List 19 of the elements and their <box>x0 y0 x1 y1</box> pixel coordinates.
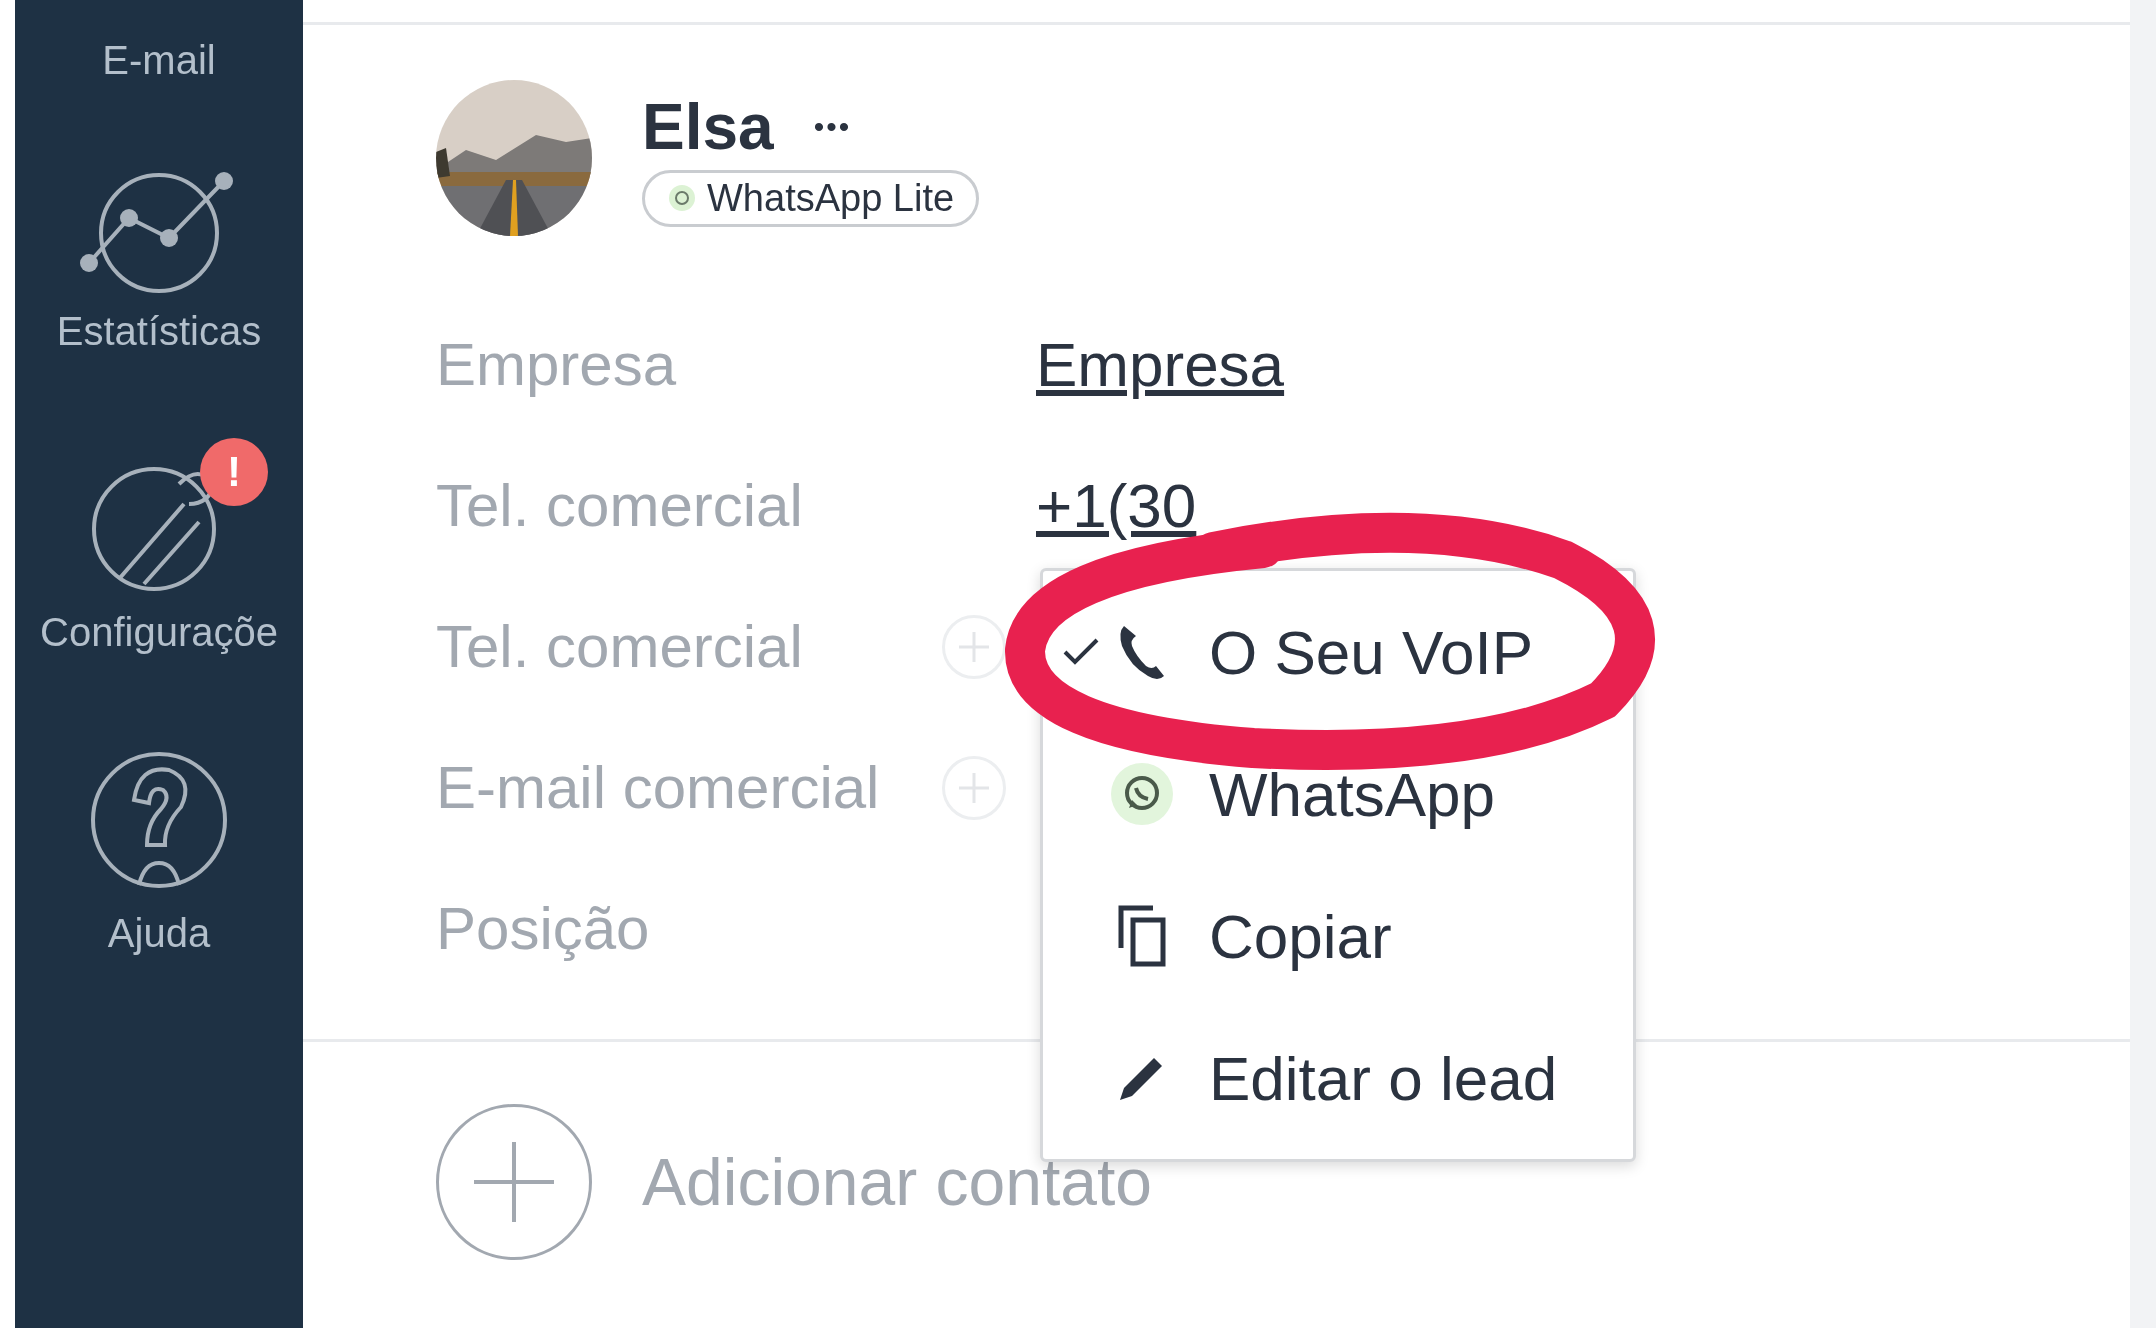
menu-item[interactable]: Copiar <box>1043 865 1633 1007</box>
field-value[interactable]: +1(30 <box>1036 470 1197 541</box>
source-label: WhatsApp Lite <box>707 176 955 220</box>
field-label: Tel. comercial <box>436 471 803 540</box>
field-label: Tel. comercial <box>436 612 803 681</box>
field-label: E-mail comercial <box>436 753 880 822</box>
menu-item[interactable]: Editar o lead <box>1043 1007 1633 1149</box>
sidebar-item[interactable]: Estatísticas <box>56 309 262 354</box>
alert-badge: ! <box>199 438 268 506</box>
more-button[interactable]: ••• <box>813 109 852 144</box>
menu-item[interactable]: O Seu VoIP <box>1043 581 1633 723</box>
field-value[interactable]: Empresa <box>1036 329 1285 400</box>
sidebar-item[interactable]: Configuraçõe <box>40 610 278 655</box>
sidebar-item[interactable]: E-mail <box>102 38 216 83</box>
sidebar-item[interactable]: Ajuda <box>107 911 211 956</box>
menu-item[interactable]: WhatsApp <box>1043 723 1633 865</box>
field-label: Posição <box>436 894 650 963</box>
field-label: Empresa <box>436 330 677 399</box>
contact-name: Elsa <box>642 89 774 164</box>
